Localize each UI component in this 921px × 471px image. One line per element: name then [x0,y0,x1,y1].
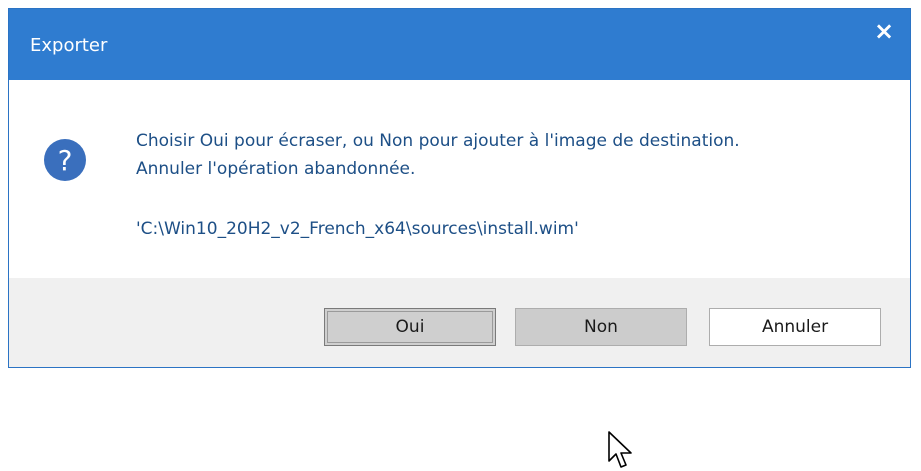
destination-path: 'C:\Win10_20H2_v2_French_x64\sources\ins… [136,219,579,239]
question-icon: ? [43,138,87,182]
message-line-2: Annuler l'opération abandonnée. [136,159,416,179]
question-mark: ? [57,143,73,177]
cancel-button[interactable]: Annuler [709,308,881,346]
close-button[interactable]: × [858,9,910,53]
screen-background: Exporter × ? Choisir Oui pour écraser, o… [0,0,921,468]
button-bar: Oui Non Annuler [9,278,910,367]
no-button[interactable]: Non [515,308,687,346]
dialog-message: Choisir Oui pour écraser, ou Non pour aj… [136,127,740,183]
yes-button[interactable]: Oui [324,308,496,346]
dialog-title: Exporter [30,35,108,56]
message-line-1: Choisir Oui pour écraser, ou Non pour aj… [136,131,740,151]
close-icon: × [873,17,895,45]
mouse-cursor-icon [608,431,632,468]
dialog-body: ? Choisir Oui pour écraser, ou Non pour … [9,80,910,278]
export-dialog: Exporter × ? Choisir Oui pour écraser, o… [8,8,911,368]
title-bar[interactable]: Exporter × [9,9,910,80]
